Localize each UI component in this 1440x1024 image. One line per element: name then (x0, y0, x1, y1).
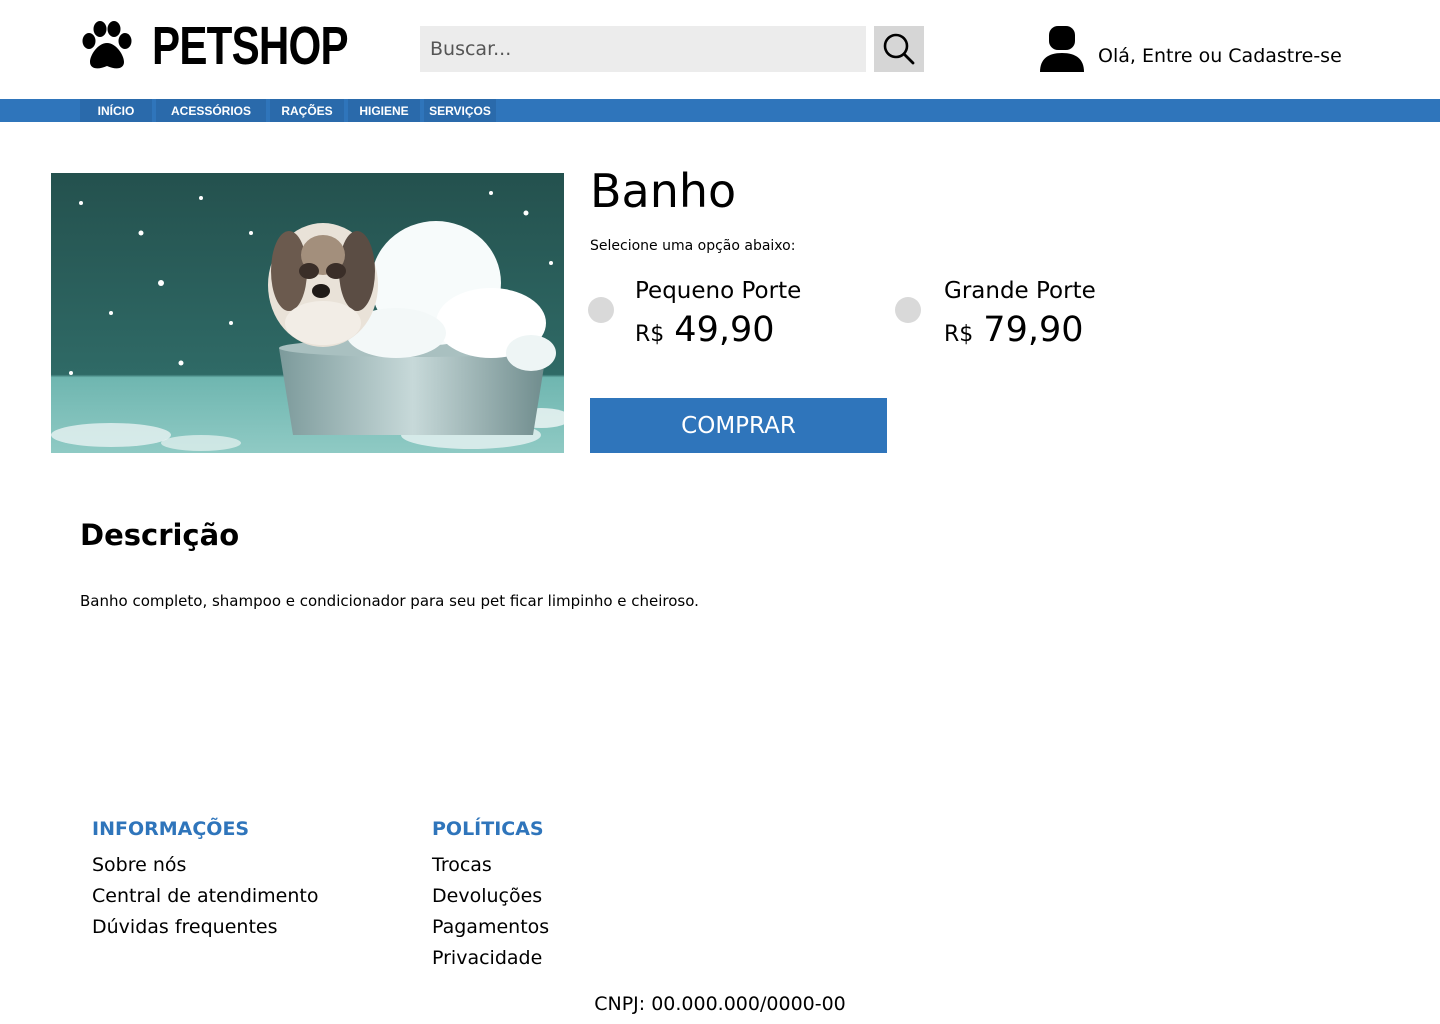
footer-cnpj: CNPJ: 00.000.000/0000-00 (594, 993, 846, 1015)
option-small-value: 49,90 (674, 310, 775, 350)
footer-link-sobre[interactable]: Sobre nós (92, 850, 319, 881)
nav-item-servicos[interactable]: SERVIÇOS (424, 99, 496, 122)
buy-button[interactable]: COMPRAR (590, 398, 887, 453)
search-button[interactable] (874, 26, 924, 72)
option-hint: Selecione uma opção abaixo: (590, 238, 796, 254)
footer-policies-heading: POLÍTICAS (432, 818, 544, 840)
product-image (51, 173, 564, 453)
footer-policies: POLÍTICAS Trocas Devoluções Pagamentos P… (432, 818, 549, 974)
footer-link-atendimento[interactable]: Central de atendimento (92, 881, 319, 912)
option-small-name: Pequeno Porte (635, 278, 802, 304)
footer-link-privacidade[interactable]: Privacidade (432, 943, 549, 974)
paw-icon (82, 21, 132, 69)
product-title: Banho (590, 164, 737, 218)
nav-item-inicio[interactable]: INÍCIO (80, 99, 152, 122)
option-small-price: R$ 49,90 (635, 310, 775, 350)
footer-info: INFORMAÇÕES Sobre nós Central de atendim… (92, 818, 319, 943)
account-link[interactable]: Olá, Entre ou Cadastre-se (1040, 26, 1342, 72)
dog-bath-photo (51, 173, 564, 453)
footer-link-pagamentos[interactable]: Pagamentos (432, 912, 549, 943)
main-nav: INÍCIO ACESSÓRIOS RAÇÕES HIGIENE SERVIÇO… (0, 99, 1440, 122)
nav-item-higiene[interactable]: HIGIENE (348, 99, 420, 122)
site-header: PETSHOP Olá, Entre ou Cadastre-se (0, 0, 1440, 99)
option-small-radio[interactable] (588, 297, 614, 323)
option-large-radio[interactable] (895, 297, 921, 323)
brand-logo[interactable]: PETSHOP (80, 18, 403, 74)
option-large-price: R$ 79,90 (944, 310, 1084, 350)
option-large-value: 79,90 (983, 310, 1084, 350)
nav-item-acessorios[interactable]: ACESSÓRIOS (156, 99, 266, 122)
option-small-currency: R$ (635, 322, 665, 347)
user-icon (1040, 26, 1084, 72)
description-title: Descrição (80, 518, 240, 552)
search-input[interactable] (420, 26, 866, 72)
option-large-name: Grande Porte (944, 278, 1096, 304)
search-icon (883, 33, 915, 65)
option-large-currency: R$ (944, 322, 974, 347)
footer-link-trocas[interactable]: Trocas (432, 850, 549, 881)
brand-name: PETSHOP (152, 16, 349, 76)
account-label: Olá, Entre ou Cadastre-se (1098, 45, 1342, 67)
nav-item-racoes[interactable]: RAÇÕES (270, 99, 344, 122)
footer-link-devolucoes[interactable]: Devoluções (432, 881, 549, 912)
footer-info-heading: INFORMAÇÕES (92, 818, 250, 840)
search-bar (420, 26, 924, 72)
description-text: Banho completo, shampoo e condicionador … (80, 592, 699, 610)
footer-link-duvidas[interactable]: Dúvidas frequentes (92, 912, 319, 943)
